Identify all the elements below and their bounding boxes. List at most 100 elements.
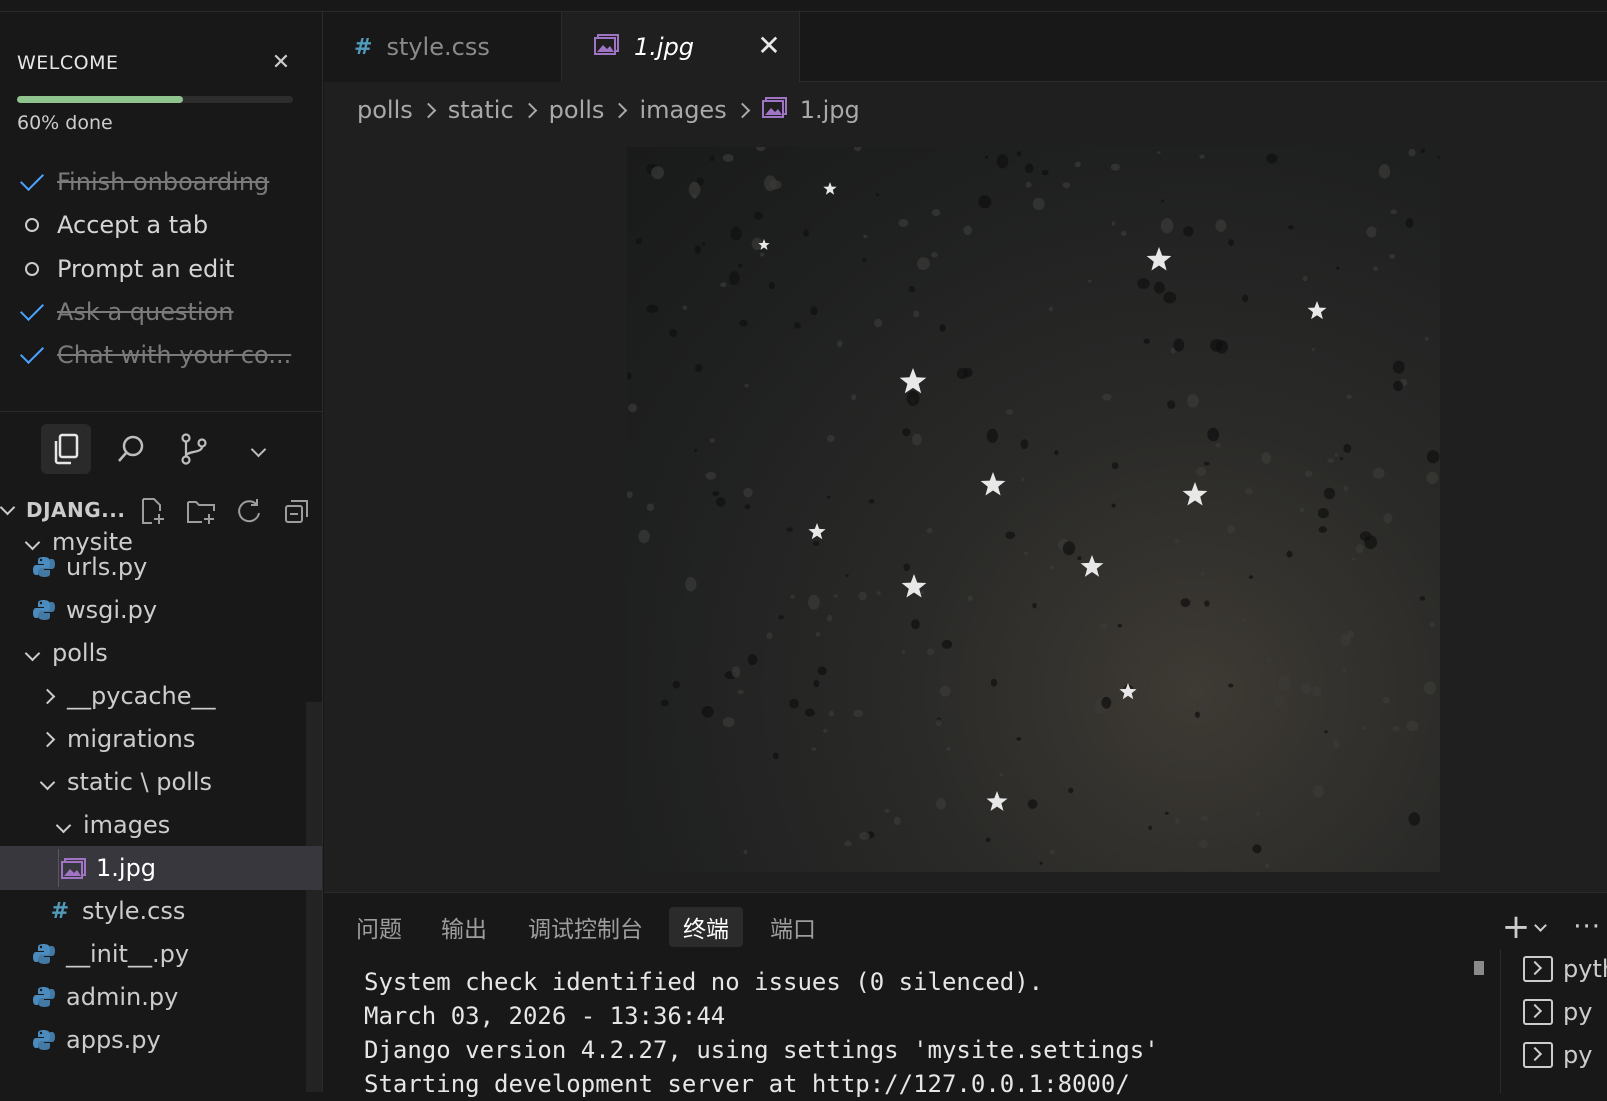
water-droplet	[1286, 550, 1293, 558]
tree-file[interactable]: __init__.py	[0, 932, 322, 976]
check-icon	[17, 166, 57, 197]
water-droplet	[1424, 336, 1429, 341]
breadcrumb-item[interactable]: static	[448, 96, 514, 124]
water-droplet	[768, 282, 775, 290]
water-droplet	[1278, 675, 1291, 691]
explorer-title[interactable]: DJANG...	[26, 498, 125, 522]
view-switcher	[0, 412, 322, 484]
tree-file[interactable]: # style.css	[0, 889, 322, 933]
water-droplet	[1426, 450, 1440, 464]
tree-file[interactable]: admin.py	[0, 975, 322, 1019]
water-droplet	[1117, 623, 1122, 628]
water-droplet	[1054, 450, 1059, 456]
tree-file[interactable]: apps.py	[0, 1018, 322, 1062]
star-sticker	[980, 472, 1006, 496]
terminal-instance[interactable]: py	[1523, 1035, 1592, 1075]
tree-item-label: apps.py	[66, 1026, 161, 1054]
water-droplet	[1137, 278, 1150, 289]
breadcrumb-label: polls	[357, 96, 413, 124]
onboarding-item-label: Finish onboarding	[57, 168, 270, 196]
css-file-icon: #	[50, 898, 70, 924]
terminal-scrollbar[interactable]	[1474, 961, 1484, 975]
tree-file[interactable]: wsgi.py	[0, 588, 322, 632]
terminal-dropdown-icon[interactable]	[1534, 918, 1548, 932]
water-droplet	[853, 709, 863, 718]
search-icon[interactable]	[106, 424, 156, 474]
add-terminal-icon[interactable]: +	[1502, 907, 1531, 947]
water-droplet	[1023, 551, 1028, 556]
welcome-panel: WELCOME ✕ 60% done Finish onboarding Acce…	[0, 12, 322, 412]
panel-tab[interactable]: 问题	[342, 907, 416, 947]
chevron-right-icon	[734, 102, 750, 118]
chevron-right-icon	[612, 102, 628, 118]
water-droplet	[1336, 266, 1340, 270]
water-droplet	[744, 504, 751, 510]
panel-tab[interactable]: 调试控制台	[514, 907, 657, 947]
onboarding-item[interactable]: Finish onboarding	[17, 164, 307, 200]
water-droplet	[1359, 531, 1372, 541]
onboarding-item[interactable]: Chat with your co...	[17, 337, 307, 373]
tree-item-label: admin.py	[66, 983, 179, 1011]
chevron-right-icon[interactable]	[35, 684, 59, 708]
tab-1-jpg[interactable]: 1.jpg ✕	[562, 12, 800, 82]
water-droplet	[1408, 148, 1416, 157]
tree-file[interactable]: urls.py	[0, 545, 322, 589]
water-droplet	[828, 710, 835, 717]
breadcrumb-item[interactable]: 1.jpg	[761, 96, 860, 124]
terminal-output[interactable]: System check identified no issues (0 sil…	[364, 965, 1159, 1101]
water-droplet	[1343, 443, 1352, 453]
water-droplet	[1203, 461, 1210, 466]
terminal-instance[interactable]: pyth	[1523, 949, 1607, 989]
breadcrumb-label: static	[447, 96, 514, 124]
breadcrumb-item[interactable]: images	[639, 96, 726, 124]
breadcrumb-item[interactable]: polls	[357, 96, 413, 124]
water-droplet	[1005, 531, 1016, 539]
python-file-icon	[30, 555, 58, 579]
tree-folder[interactable]: images	[0, 803, 322, 847]
terminal-instance[interactable]: py	[1523, 992, 1592, 1032]
tab-style-css[interactable]: # style.css	[324, 12, 562, 82]
water-droplet	[1074, 161, 1081, 168]
onboarding-item[interactable]: Prompt an edit	[17, 251, 307, 287]
chevron-down-icon[interactable]	[35, 770, 59, 794]
tree-folder[interactable]: migrations	[0, 717, 322, 761]
water-droplet	[1207, 427, 1220, 442]
breadcrumb-item[interactable]: polls	[549, 96, 605, 124]
close-icon[interactable]: ✕	[268, 50, 294, 76]
tree-folder[interactable]: polls	[0, 631, 322, 675]
water-droplet	[1111, 503, 1116, 508]
water-droplet	[1273, 694, 1285, 707]
water-droplet	[920, 590, 924, 595]
indent-guide	[58, 849, 59, 887]
water-droplet	[858, 591, 867, 601]
chevron-right-icon[interactable]	[35, 727, 59, 751]
tree-file[interactable]: 1.jpg	[0, 846, 322, 890]
water-droplet	[1024, 163, 1034, 174]
close-tab-icon[interactable]: ✕	[753, 30, 785, 62]
more-actions-icon[interactable]: ···	[1573, 912, 1601, 942]
source-control-icon[interactable]	[169, 424, 219, 474]
tree-folder[interactable]: __pycache__	[0, 674, 322, 718]
chevron-down-icon[interactable]	[233, 424, 283, 474]
chevron-down-icon[interactable]	[20, 641, 44, 665]
water-droplet	[1393, 380, 1404, 392]
chevron-down-icon[interactable]	[51, 813, 75, 837]
water-droplet	[1302, 275, 1308, 282]
files-icon[interactable]	[41, 424, 91, 474]
tree-folder[interactable]: static \ polls	[0, 760, 322, 804]
water-droplet	[1025, 181, 1032, 188]
onboarding-progress-fill	[17, 96, 183, 103]
panel-tab[interactable]: 终端	[669, 907, 743, 947]
tab-label: style.css	[386, 33, 490, 61]
water-droplet	[859, 831, 870, 840]
water-droplet	[1406, 720, 1419, 732]
panel-tab[interactable]: 输出	[427, 907, 501, 947]
water-droplet	[1340, 633, 1351, 647]
onboarding-item[interactable]: Accept a tab	[17, 207, 307, 243]
water-droplet	[1199, 154, 1205, 159]
water-droplet	[1032, 602, 1037, 609]
water-droplet	[1160, 218, 1174, 234]
water-droplet	[1390, 209, 1397, 215]
onboarding-item[interactable]: Ask a question	[17, 294, 307, 330]
panel-tab[interactable]: 端口	[756, 907, 830, 947]
